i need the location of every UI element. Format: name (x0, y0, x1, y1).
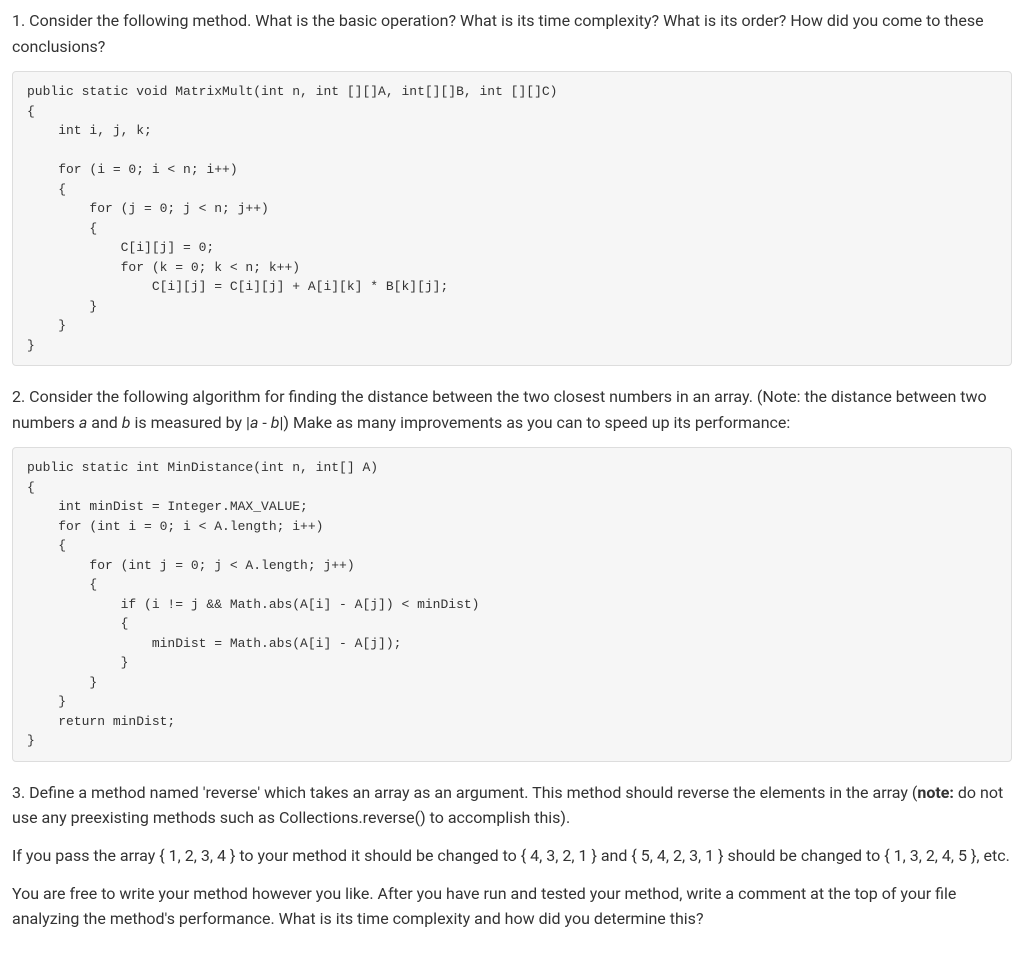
q2-a: a (79, 413, 87, 432)
q2-measured: is measured by | (130, 413, 249, 432)
q2-and: and (87, 413, 122, 432)
question-3-p2: If you pass the array { 1, 2, 3, 4 } to … (12, 843, 1012, 869)
question-1-text: 1. Consider the following method. What i… (12, 8, 1012, 59)
question-1-code: public static void MatrixMult(int n, int… (12, 71, 1012, 366)
q3-p1-bold: note: (917, 783, 954, 802)
question-3-p1: 3. Define a method named 'reverse' which… (12, 780, 1012, 831)
question-3-p3: You are free to write your method howeve… (12, 881, 1012, 932)
q2-b2: b (271, 413, 280, 432)
question-2-text: 2. Consider the following algorithm for … (12, 384, 1012, 435)
question-2-code: public static int MinDistance(int n, int… (12, 447, 1012, 762)
q2-dash: - (258, 413, 270, 432)
q3-p1-part1: 3. Define a method named 'reverse' which… (12, 783, 917, 802)
q2-part2: |) Make as many improvements as you can … (280, 413, 791, 432)
